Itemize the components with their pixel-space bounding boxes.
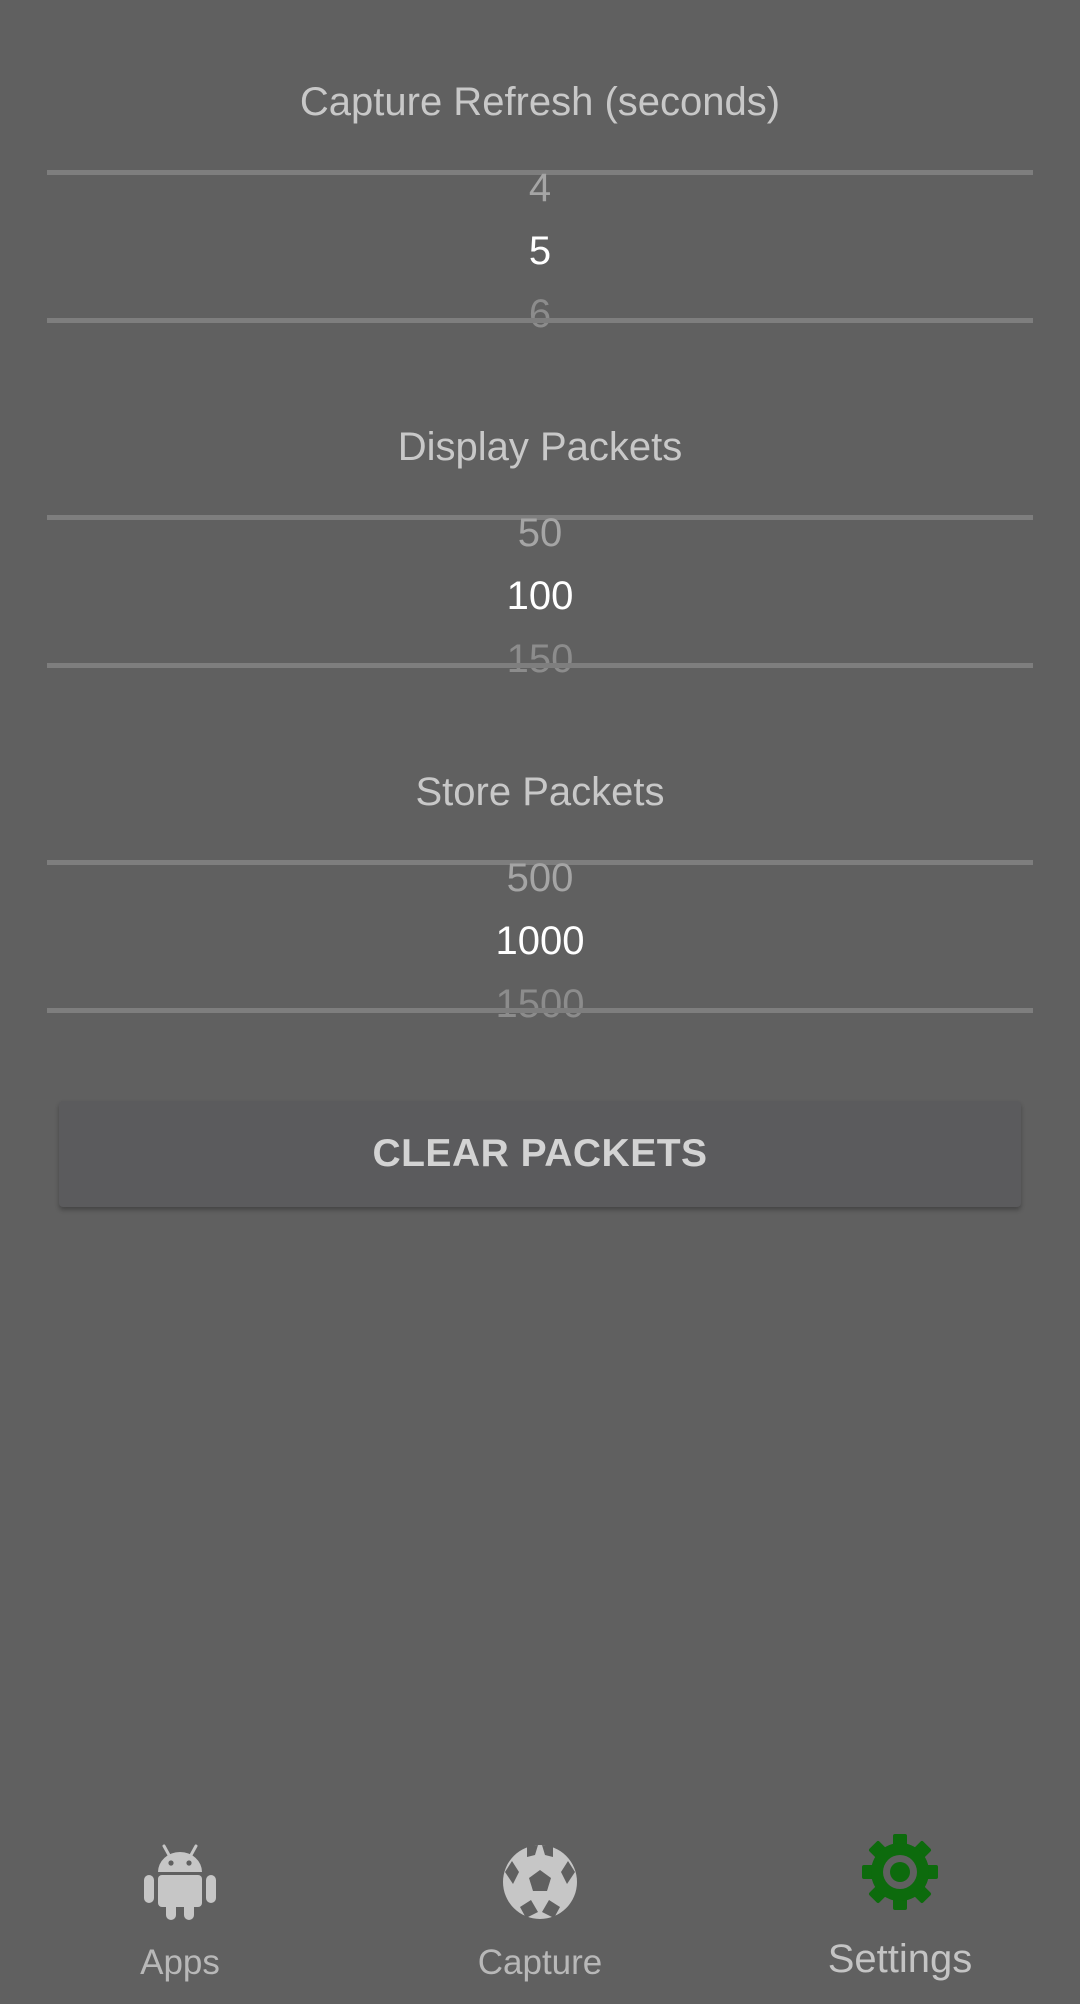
nav-tab-settings-label: Settings — [827, 1937, 973, 1981]
bottom-navigation: Apps Capture Settings — [0, 1820, 1080, 2004]
store-packets-title: Store Packets — [415, 770, 665, 814]
picker-divider-bottom — [47, 1008, 1033, 1013]
capture-refresh-selected-value[interactable]: 5 — [47, 227, 1033, 275]
picker-divider-bottom — [47, 663, 1033, 668]
store-packets-prev-value[interactable]: 500 — [47, 854, 1033, 902]
display-packets-next-value[interactable]: 150 — [47, 635, 1033, 683]
clear-packets-button[interactable]: CLEAR PACKETS — [59, 1101, 1021, 1207]
store-packets-next-value[interactable]: 1500 — [47, 980, 1033, 1028]
capture-refresh-title: Capture Refresh (seconds) — [299, 80, 781, 124]
capture-refresh-prev-value[interactable]: 4 — [47, 164, 1033, 212]
display-packets-selected-value[interactable]: 100 — [47, 572, 1033, 620]
picker-divider-bottom — [47, 318, 1033, 323]
soccer-ball-icon — [500, 1842, 580, 1922]
nav-tab-capture-label: Capture — [477, 1943, 603, 1982]
capture-refresh-picker[interactable]: 4 5 6 — [47, 166, 1033, 336]
nav-tab-capture[interactable]: Capture — [360, 1820, 720, 2004]
capture-refresh-next-value[interactable]: 6 — [47, 290, 1033, 338]
display-packets-prev-value[interactable]: 50 — [47, 509, 1033, 557]
nav-tab-settings[interactable]: Settings — [720, 1820, 1080, 2004]
store-packets-picker[interactable]: 500 1000 1500 — [47, 856, 1033, 1026]
gear-icon — [860, 1832, 940, 1912]
store-packets-selected-value[interactable]: 1000 — [47, 917, 1033, 965]
nav-tab-apps[interactable]: Apps — [0, 1820, 360, 2004]
display-packets-title: Display Packets — [397, 425, 683, 469]
display-packets-picker[interactable]: 50 100 150 — [47, 511, 1033, 681]
nav-tab-apps-label: Apps — [140, 1943, 220, 1982]
android-icon — [140, 1842, 220, 1922]
